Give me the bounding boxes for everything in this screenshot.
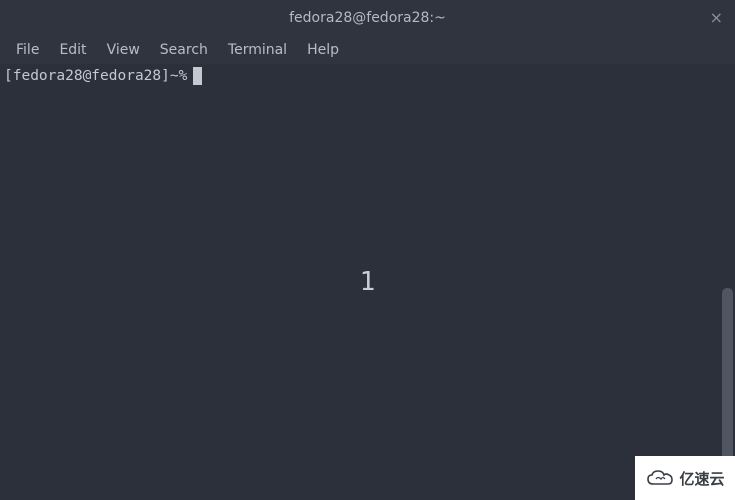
menu-help[interactable]: Help — [297, 38, 349, 62]
cloud-icon — [645, 468, 675, 488]
watermark-brand: 亿速云 — [679, 468, 724, 489]
terminal-area[interactable]: [fedora28@fedora28]~% 1 — [0, 64, 735, 500]
overlay-number: 1 — [360, 267, 376, 297]
window-title: fedora28@fedora28:~ — [289, 10, 446, 26]
window-titlebar: fedora28@fedora28:~ × — [0, 0, 735, 36]
close-icon[interactable]: × — [710, 10, 723, 26]
menu-view[interactable]: View — [97, 38, 150, 62]
terminal-cursor — [193, 67, 202, 85]
menu-terminal[interactable]: Terminal — [218, 38, 297, 62]
shell-prompt: [fedora28@fedora28]~% — [4, 66, 187, 86]
terminal-wrapper: [fedora28@fedora28]~% 1 — [0, 64, 735, 500]
menu-search[interactable]: Search — [150, 38, 218, 62]
menu-bar: File Edit View Search Terminal Help — [0, 36, 735, 64]
menu-file[interactable]: File — [6, 38, 49, 62]
menu-edit[interactable]: Edit — [49, 38, 96, 62]
prompt-line: [fedora28@fedora28]~% — [4, 66, 731, 86]
watermark-badge: 亿速云 — [635, 456, 735, 500]
